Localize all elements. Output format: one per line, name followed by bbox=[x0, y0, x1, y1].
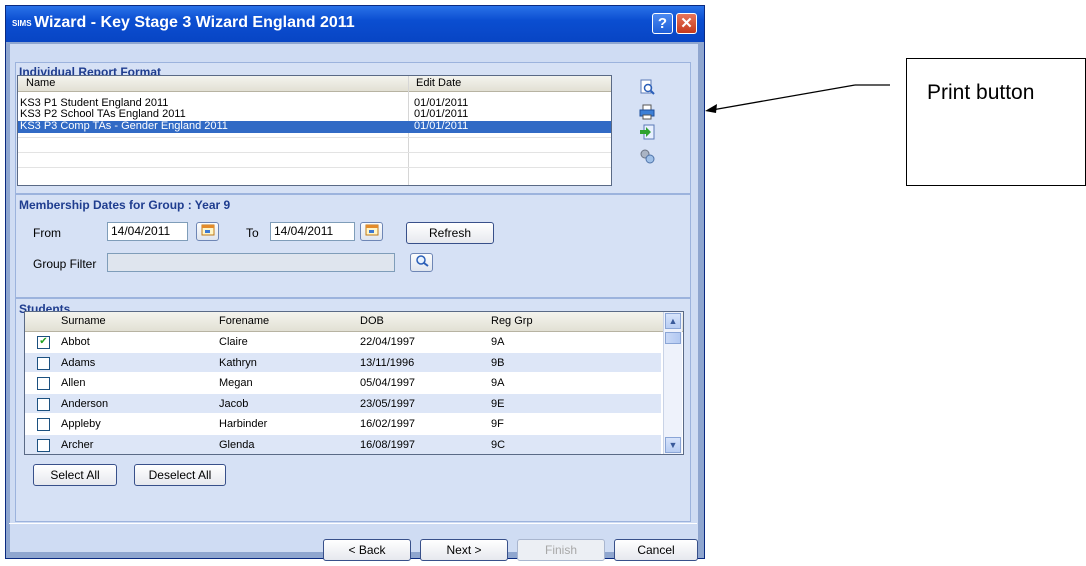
preview-icon[interactable] bbox=[639, 79, 655, 95]
group-filter-field[interactable] bbox=[107, 253, 395, 272]
empty-row-line bbox=[18, 167, 611, 168]
report-format-grid[interactable]: Name Edit Date KS3 P1 Student England 20… bbox=[17, 75, 612, 186]
student-dob: 13/11/1996 bbox=[360, 356, 415, 369]
student-forename: Glenda bbox=[219, 438, 255, 451]
student-checkbox[interactable] bbox=[37, 397, 50, 411]
student-reg: 9A bbox=[491, 336, 505, 348]
student-row[interactable]: Appleby Harbinder 16/02/1997 9F bbox=[25, 414, 661, 433]
student-reg: 9A bbox=[491, 377, 505, 389]
students-grid-header: Surname Forename DOB Reg Grp bbox=[25, 312, 683, 332]
student-forename: Megan bbox=[219, 377, 253, 389]
report-date: 01/01/2011 bbox=[414, 108, 469, 120]
title-bar[interactable]: SIMS Wizard - Key Stage 3 Wizard England… bbox=[6, 6, 704, 42]
back-button[interactable]: < Back bbox=[323, 539, 411, 561]
annotation-box: Print button bbox=[906, 58, 1086, 186]
report-date: 01/01/2011 bbox=[414, 120, 469, 132]
students-grid[interactable]: Surname Forename DOB Reg Grp ✔ Abbot Clair… bbox=[24, 311, 684, 455]
student-forename: Harbinder bbox=[219, 418, 268, 430]
column-header-edit-date[interactable]: Edit Date bbox=[416, 77, 461, 89]
student-row[interactable]: ✔ Abbot Claire 22/04/1997 9A bbox=[25, 332, 661, 351]
group-filter-label: Group Filter bbox=[33, 257, 97, 271]
student-reg: 9F bbox=[491, 418, 504, 430]
finish-button[interactable]: Finish bbox=[517, 539, 605, 561]
calendar-icon bbox=[201, 224, 214, 236]
student-row[interactable]: Allen Megan 05/04/1997 9A bbox=[25, 373, 661, 392]
column-header-reg-grp[interactable]: Reg Grp bbox=[491, 315, 533, 327]
student-surname: Adams bbox=[61, 356, 96, 369]
vertical-scrollbar[interactable]: ▲ ▼ bbox=[663, 312, 682, 454]
report-row[interactable]: KS3 P2 School TAs England 2011 01/01/201… bbox=[18, 109, 611, 120]
column-header-dob[interactable]: DOB bbox=[360, 315, 384, 327]
next-button[interactable]: Next > bbox=[420, 539, 508, 561]
report-grid-header: Name Edit Date bbox=[18, 76, 611, 92]
membership-title: Membership Dates for Group : Year 9 bbox=[19, 198, 231, 212]
student-checkbox[interactable] bbox=[37, 377, 50, 390]
student-surname: Archer bbox=[61, 438, 94, 451]
scroll-down-button[interactable]: ▼ bbox=[665, 437, 681, 453]
student-surname: Allen bbox=[61, 377, 86, 389]
report-row-selected[interactable]: KS3 P3 Comp TAs - Gender England 2011 01… bbox=[18, 121, 611, 133]
student-surname: Appleby bbox=[61, 418, 101, 430]
to-label: To bbox=[246, 226, 259, 240]
bottom-divider bbox=[9, 523, 697, 524]
student-dob: 22/04/1997 bbox=[360, 336, 416, 348]
to-date-field[interactable]: 14/04/2011 bbox=[270, 222, 355, 241]
annotation-arrow bbox=[705, 84, 890, 113]
settings-icon[interactable] bbox=[639, 148, 655, 164]
column-header-forename[interactable]: Forename bbox=[219, 315, 269, 327]
student-reg: 9E bbox=[491, 397, 505, 410]
student-row[interactable]: Anderson Jacob 23/05/1997 9E bbox=[25, 393, 661, 413]
export-icon[interactable] bbox=[639, 124, 655, 140]
student-forename: Jacob bbox=[219, 397, 249, 410]
select-all-button[interactable]: Select All bbox=[33, 464, 117, 486]
student-forename: Kathryn bbox=[219, 356, 257, 369]
scroll-up-button[interactable]: ▲ bbox=[665, 313, 681, 329]
scroll-thumb[interactable] bbox=[665, 332, 681, 344]
annotation-text: Print button bbox=[927, 81, 1035, 104]
student-surname: Anderson bbox=[61, 397, 109, 410]
student-checkbox[interactable] bbox=[37, 356, 50, 370]
to-calendar-button[interactable] bbox=[360, 222, 383, 241]
student-dob: 16/08/1997 bbox=[360, 438, 416, 451]
from-date-field[interactable]: 14/04/2011 bbox=[107, 222, 188, 241]
student-dob: 23/05/1997 bbox=[360, 397, 416, 410]
student-forename: Claire bbox=[219, 336, 248, 348]
student-dob: 16/02/1997 bbox=[360, 418, 416, 430]
cancel-button[interactable]: Cancel bbox=[614, 539, 698, 561]
column-header-surname[interactable]: Surname bbox=[61, 315, 106, 327]
window-title: Wizard - Key Stage 3 Wizard England 2011 bbox=[34, 14, 355, 31]
student-surname: Abbot bbox=[61, 336, 90, 348]
student-checkbox[interactable]: ✔ bbox=[37, 336, 50, 349]
group-filter-search-button[interactable] bbox=[410, 253, 433, 272]
help-button[interactable]: ? bbox=[652, 13, 673, 34]
student-reg: 9B bbox=[491, 356, 505, 369]
student-row[interactable]: Archer Glenda 16/08/1997 9C bbox=[25, 434, 661, 454]
sims-logo: SIMS bbox=[12, 19, 32, 28]
calendar-icon bbox=[365, 224, 378, 236]
column-header-name[interactable]: Name bbox=[26, 77, 55, 89]
search-icon bbox=[415, 255, 429, 267]
student-checkbox[interactable] bbox=[37, 418, 50, 431]
report-name: KS3 P3 Comp TAs - Gender England 2011 bbox=[20, 120, 228, 132]
close-button[interactable]: ✕ bbox=[676, 13, 697, 34]
print-icon[interactable] bbox=[639, 104, 655, 120]
student-row[interactable]: Adams Kathryn 13/11/1996 9B bbox=[25, 352, 661, 372]
student-reg: 9C bbox=[491, 438, 506, 451]
empty-row-line bbox=[18, 137, 611, 138]
report-name: KS3 P2 School TAs England 2011 bbox=[20, 108, 186, 120]
from-label: From bbox=[33, 226, 61, 240]
deselect-all-button[interactable]: Deselect All bbox=[134, 464, 226, 486]
membership-panel: Membership Dates for Group : Year 9 bbox=[15, 194, 691, 298]
empty-row-line bbox=[18, 152, 611, 153]
student-dob: 05/04/1997 bbox=[360, 377, 416, 389]
from-calendar-button[interactable] bbox=[196, 222, 219, 241]
student-checkbox[interactable] bbox=[37, 438, 50, 452]
refresh-button[interactable]: Refresh bbox=[406, 222, 494, 244]
